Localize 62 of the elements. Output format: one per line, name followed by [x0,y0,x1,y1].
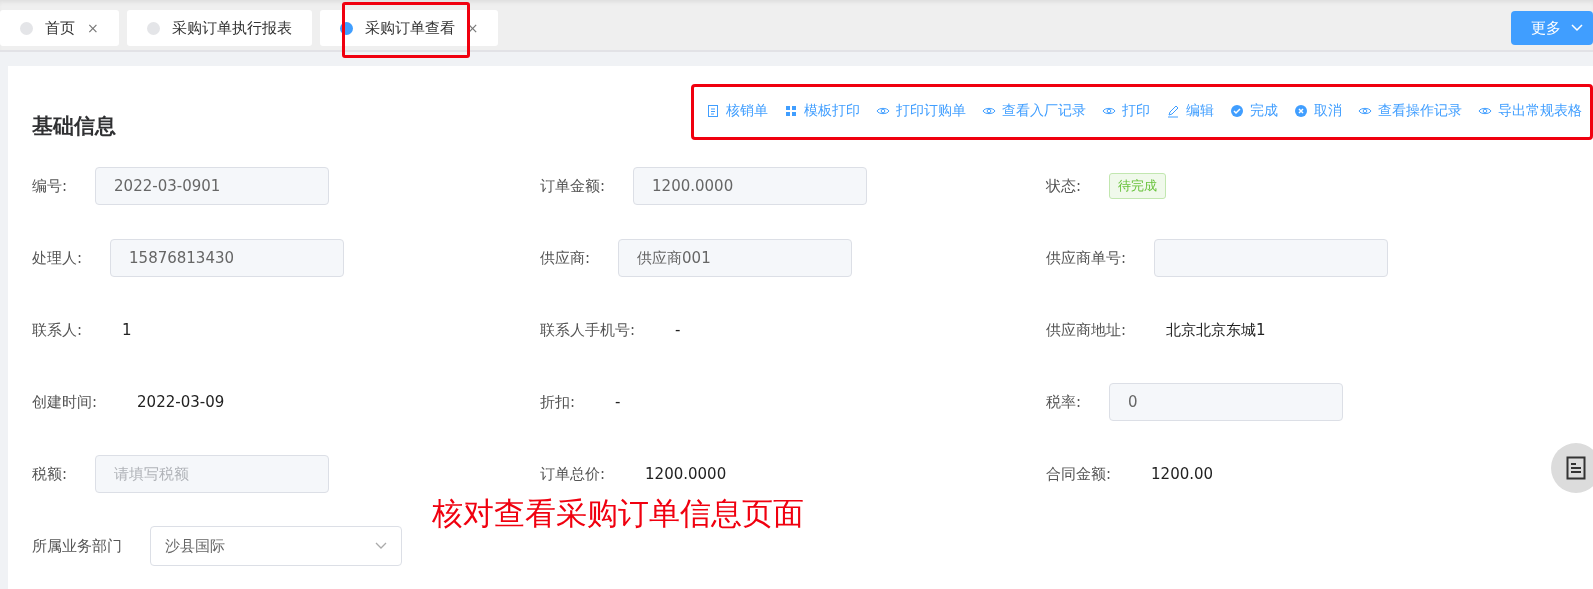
action-link[interactable]: 核销单 [706,102,768,120]
grid-icon [784,104,798,118]
field-value: 1200.00 [1151,465,1214,483]
input-field[interactable]: 1200.0000 [633,167,868,205]
field-label: 税额: [32,464,68,484]
field-value: 1200.0000 [645,465,727,483]
field-label: 折扣: [540,392,576,412]
field-value: 北京北京东城1 [1166,320,1266,340]
chevron-down-icon [1571,24,1583,32]
input-field[interactable]: 2022-03-0901 [95,167,330,205]
action-link[interactable]: 打印订购单 [876,102,966,120]
status-tag: 待完成 [1109,173,1167,199]
input-field[interactable]: 请填写税额 [95,455,330,493]
input-field[interactable]: 15876813430 [110,239,345,277]
field-label: 联系人: [32,320,83,340]
input-field[interactable]: 0 [1109,383,1344,421]
field-label: 状态: [1046,176,1082,196]
tab-label: 首页 [45,18,75,38]
pen-icon [1166,104,1180,118]
field-label: 编号: [32,176,68,196]
action-link[interactable]: 查看操作记录 [1358,102,1462,120]
action-link[interactable]: 编辑 [1166,102,1214,120]
field-label: 订单总价: [540,464,606,484]
field-label: 创建时间: [32,392,98,412]
action-link[interactable]: 查看入厂记录 [982,102,1086,120]
action-link[interactable]: 打印 [1102,102,1150,120]
tab[interactable]: 采购订单执行报表 [126,10,312,46]
field-label: 供应商: [540,248,591,268]
annotation-text: 核对查看采购订单信息页面 [432,494,804,533]
field-value: - [615,393,621,411]
select-field[interactable]: 沙县国际 [150,526,402,566]
document-icon [706,104,720,118]
check-circle-icon [1230,104,1244,118]
close-icon[interactable]: × [87,20,99,36]
field-label: 订单金额: [540,176,606,196]
field-label: 联系人手机号: [540,320,636,340]
tab-label: 采购订单执行报表 [171,18,292,38]
field-value: 2022-03-09 [137,393,225,411]
field-label: 税率: [1046,392,1082,412]
input-field[interactable]: 供应商001 [618,239,853,277]
status-dot-icon [20,21,33,35]
close-circle-icon [1294,104,1308,118]
tab[interactable]: 首页 × [0,10,119,46]
field-label: 供应商单号: [1046,248,1127,268]
status-dot-icon [146,21,160,35]
field-label: 供应商地址: [1046,320,1127,340]
field-label: 所属业务部门 [32,536,122,556]
field-value: - [675,321,681,339]
float-button[interactable] [1551,443,1593,493]
input-field[interactable] [1154,239,1389,277]
chevron-down-icon [375,542,387,550]
more-button[interactable]: 更多 [1511,11,1593,45]
action-link[interactable]: 模板打印 [784,102,860,120]
action-link[interactable]: 完成 [1230,102,1278,120]
field-label: 处理人: [32,248,83,268]
action-link[interactable]: 导出常规表格 [1478,102,1582,120]
field-label: 合同金额: [1046,464,1112,484]
action-link[interactable]: 取消 [1294,102,1342,120]
document-icon [1566,456,1586,480]
section-title: 基础信息 [32,113,116,140]
field-value: 1 [122,321,132,339]
tab-label: 采购订单查看 [364,18,455,38]
